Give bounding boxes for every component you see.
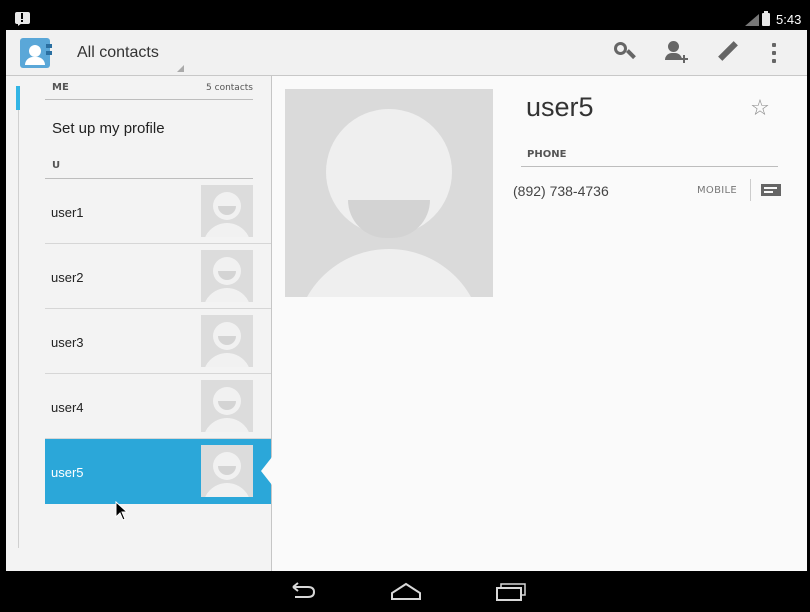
contact-name: user5 <box>51 465 84 480</box>
edit-icon[interactable] <box>715 40 741 66</box>
contact-photo-placeholder <box>201 315 253 367</box>
contact-photo-placeholder <box>201 250 253 302</box>
phone-number[interactable]: (892) 738-4736 <box>513 183 609 199</box>
status-bar: 5:43 <box>0 0 810 30</box>
dropdown-caret-icon <box>177 65 184 72</box>
contact-photo-placeholder <box>201 445 253 497</box>
contacts-app: All contacts ME 5 contacts Set up my pro… <box>6 30 807 571</box>
signal-icon <box>745 14 759 26</box>
battery-icon <box>762 11 770 26</box>
contact-row-user4[interactable]: user4 <box>45 374 272 439</box>
setup-profile-item[interactable]: Set up my profile <box>52 120 165 137</box>
contact-photo-large[interactable] <box>285 89 493 297</box>
contact-row-user2[interactable]: user2 <box>45 244 272 309</box>
back-icon[interactable] <box>286 579 318 603</box>
contact-filter-label: All contacts <box>77 44 159 61</box>
scroll-indicator[interactable] <box>16 86 20 110</box>
contact-photo-placeholder <box>201 380 253 432</box>
overflow-menu-icon[interactable] <box>766 40 782 66</box>
status-clock: 5:43 <box>776 12 802 27</box>
phone-entry[interactable]: (892) 738-4736 MOBILE <box>513 176 803 206</box>
contact-row-user3[interactable]: user3 <box>45 309 272 374</box>
contact-name: user3 <box>51 335 84 350</box>
contact-filter-dropdown[interactable]: All contacts <box>64 30 186 76</box>
selection-pointer <box>261 457 272 485</box>
search-icon[interactable] <box>611 40 637 66</box>
contact-detail-panel: user5 ☆ PHONE (892) 738-4736 MOBILE <box>272 76 807 571</box>
contacts-app-icon[interactable] <box>18 36 54 70</box>
contact-detail-name: user5 <box>526 92 594 122</box>
contact-name: user1 <box>51 205 84 220</box>
me-section-title: ME <box>52 82 69 93</box>
phone-section-title: PHONE <box>527 149 567 160</box>
notification-alert-icon[interactable] <box>15 12 30 26</box>
contact-name: user2 <box>51 270 84 285</box>
add-contact-icon[interactable] <box>663 40 689 66</box>
contact-name: user4 <box>51 400 84 415</box>
action-bar: All contacts <box>6 30 807 76</box>
scroll-track <box>18 110 19 548</box>
me-section-header: ME 5 contacts <box>45 76 253 100</box>
star-outline-icon[interactable]: ☆ <box>747 96 773 122</box>
home-icon[interactable] <box>390 579 422 603</box>
sms-icon[interactable] <box>761 184 781 198</box>
group-header-letter: U <box>52 160 61 171</box>
recents-icon[interactable] <box>495 579 527 603</box>
phone-section-header: PHONE <box>521 146 778 167</box>
divider <box>750 179 751 201</box>
navigation-bar <box>0 571 810 612</box>
contact-photo-placeholder <box>201 185 253 237</box>
phone-type-label: MOBILE <box>697 185 737 196</box>
contact-row-user1[interactable]: user1 <box>45 179 272 244</box>
contact-row-user5[interactable]: user5 <box>45 439 272 504</box>
contact-list-panel[interactable]: ME 5 contacts Set up my profile U user1 … <box>6 76 272 571</box>
contact-count: 5 contacts <box>206 83 253 93</box>
group-header-u: U <box>45 154 253 179</box>
mouse-cursor <box>115 500 129 521</box>
